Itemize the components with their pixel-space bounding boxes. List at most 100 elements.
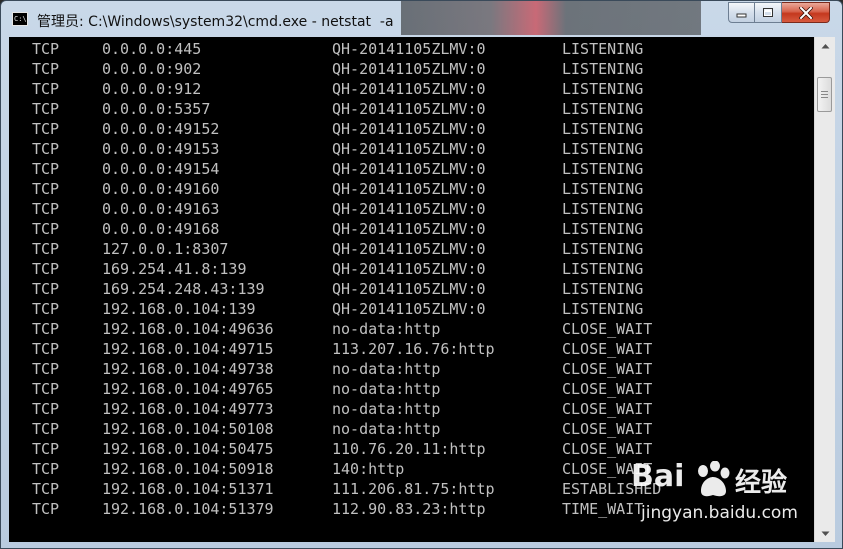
protocol-cell: TCP	[32, 440, 60, 458]
netstat-row: TCP 127.0.0.1:8307 QH-20141105ZLMV:0 LISTEN…	[9, 239, 814, 259]
watermark-brand-right: 经验	[735, 468, 788, 498]
state-cell: LISTENING	[562, 180, 644, 198]
state-cell: LISTENING	[562, 40, 644, 58]
state-cell: LISTENING	[562, 240, 644, 258]
protocol-cell: TCP	[32, 200, 60, 218]
protocol-cell: TCP	[32, 180, 60, 198]
protocol-cell: TCP	[32, 460, 60, 478]
foreign-address-cell: QH-20141105ZLMV:0	[332, 260, 486, 278]
netstat-row: TCP 192.168.0.104:139 QH-20141105ZLMV:0 LIS…	[9, 299, 814, 319]
watermark-url: jingyan.baidu.com	[641, 503, 798, 523]
local-address-cell: 192.168.0.104:49765	[102, 380, 274, 398]
state-cell: LISTENING	[562, 140, 644, 158]
foreign-address-cell: no-data:http	[332, 400, 441, 418]
protocol-cell: TCP	[32, 420, 60, 438]
netstat-row: TCP 192.168.0.104:50475 110.76.20.11:http C…	[9, 439, 814, 459]
state-cell: LISTENING	[562, 160, 644, 178]
cmd-window: C:\ 管理员: C:\Windows\system32\cmd.exe - n…	[0, 0, 843, 549]
protocol-cell: TCP	[32, 360, 60, 378]
local-address-cell: 192.168.0.104:51371	[102, 480, 274, 498]
state-cell: CLOSE_WAIT	[562, 440, 653, 458]
foreign-address-cell: QH-20141105ZLMV:0	[332, 100, 486, 118]
minimize-button[interactable]	[728, 2, 755, 23]
protocol-cell: TCP	[32, 60, 60, 78]
foreign-address-cell: no-data:http	[332, 380, 441, 398]
protocol-cell: TCP	[32, 340, 60, 358]
maximize-icon	[763, 8, 773, 17]
local-address-cell: 192.168.0.104:49715	[102, 340, 274, 358]
netstat-row: TCP 169.254.248.43:139 QH-20141105ZLMV:0 LI…	[9, 279, 814, 299]
protocol-cell: TCP	[32, 380, 60, 398]
state-cell: CLOSE_WAIT	[562, 400, 653, 418]
state-cell: CLOSE_WAIT	[562, 320, 653, 338]
foreign-address-cell: 140:http	[332, 460, 405, 478]
minimize-icon	[736, 13, 747, 17]
foreign-address-cell: QH-20141105ZLMV:0	[332, 240, 486, 258]
foreign-address-cell: 110.76.20.11:http	[332, 440, 486, 458]
protocol-cell: TCP	[32, 40, 60, 58]
foreign-address-cell: 113.207.16.76:http	[332, 340, 495, 358]
protocol-cell: TCP	[32, 280, 60, 298]
window-title: 管理员: C:\Windows\system32\cmd.exe - netst…	[37, 14, 394, 30]
state-cell: CLOSE_WAIT	[562, 340, 653, 358]
foreign-address-cell: 112.90.83.23:http	[332, 500, 486, 518]
protocol-cell: TCP	[32, 80, 60, 98]
local-address-cell: 192.168.0.104:50918	[102, 460, 274, 478]
protocol-cell: TCP	[32, 300, 60, 318]
local-address-cell: 169.254.248.43:139	[102, 280, 265, 298]
close-icon	[798, 6, 813, 19]
protocol-cell: TCP	[32, 320, 60, 338]
state-cell: LISTENING	[562, 300, 644, 318]
local-address-cell: 0.0.0.0:49163	[102, 200, 220, 218]
foreign-address-cell: QH-20141105ZLMV:0	[332, 120, 486, 138]
scroll-thumb[interactable]	[817, 77, 832, 112]
title-bar[interactable]: C:\ 管理员: C:\Windows\system32\cmd.exe - n…	[1, 1, 842, 37]
cmd-icon[interactable]: C:\	[12, 12, 28, 26]
scroll-up-arrow-icon	[821, 43, 829, 48]
local-address-cell: 0.0.0.0:5357	[102, 100, 211, 118]
state-cell: LISTENING	[562, 60, 644, 78]
foreign-address-cell: no-data:http	[332, 420, 441, 438]
netstat-row: TCP 192.168.0.104:49765 no-data:http CLOSE_…	[9, 379, 814, 399]
netstat-row: TCP 0.0.0.0:49153 QH-20141105ZLMV:0 LISTENI…	[9, 139, 814, 159]
state-cell: LISTENING	[562, 280, 644, 298]
netstat-row: TCP 192.168.0.104:49773 no-data:http CLOSE_…	[9, 399, 814, 419]
foreign-address-cell: QH-20141105ZLMV:0	[332, 300, 486, 318]
protocol-cell: TCP	[32, 260, 60, 278]
baidu-paw-icon	[698, 461, 730, 497]
protocol-cell: TCP	[32, 100, 60, 118]
netstat-row: TCP 192.168.0.104:49715 113.207.16.76:http…	[9, 339, 814, 359]
local-address-cell: 0.0.0.0:49152	[102, 120, 220, 138]
state-cell: LISTENING	[562, 100, 644, 118]
scroll-up-button[interactable]	[815, 37, 835, 54]
state-cell: LISTENING	[562, 120, 644, 138]
maximize-button[interactable]	[755, 2, 782, 23]
state-cell: CLOSE_WAIT	[562, 360, 653, 378]
netstat-row: TCP 0.0.0.0:445 QH-20141105ZLMV:0 LISTENING	[9, 39, 814, 59]
local-address-cell: 192.168.0.104:139	[102, 300, 256, 318]
protocol-cell: TCP	[32, 400, 60, 418]
protocol-cell: TCP	[32, 480, 60, 498]
foreign-address-cell: QH-20141105ZLMV:0	[332, 80, 486, 98]
netstat-row: TCP 0.0.0.0:49160 QH-20141105ZLMV:0 LISTENI…	[9, 179, 814, 199]
netstat-row: TCP 0.0.0.0:49154 QH-20141105ZLMV:0 LISTENI…	[9, 159, 814, 179]
protocol-cell: TCP	[32, 120, 60, 138]
thumb-grip-line	[821, 94, 828, 95]
netstat-row: TCP 0.0.0.0:912 QH-20141105ZLMV:0 LISTENING	[9, 79, 814, 99]
local-address-cell: 169.254.41.8:139	[102, 260, 247, 278]
netstat-row: TCP 169.254.41.8:139 QH-20141105ZLMV:0 LIST…	[9, 259, 814, 279]
foreign-address-cell: QH-20141105ZLMV:0	[332, 60, 486, 78]
netstat-row: TCP 0.0.0.0:902 QH-20141105ZLMV:0 LISTENING	[9, 59, 814, 79]
netstat-row: TCP 0.0.0.0:49152 QH-20141105ZLMV:0 LISTENI…	[9, 119, 814, 139]
close-button[interactable]	[782, 2, 830, 23]
local-address-cell: 192.168.0.104:49636	[102, 320, 274, 338]
baidu-jingyan-watermark: Bai 经验 jingyan.baidu.com	[631, 459, 831, 539]
foreign-address-cell: QH-20141105ZLMV:0	[332, 160, 486, 178]
thumb-grip-line	[821, 91, 828, 92]
local-address-cell: 0.0.0.0:902	[102, 60, 202, 78]
local-address-cell: 192.168.0.104:50108	[102, 420, 274, 438]
netstat-row: TCP 0.0.0.0:49163 QH-20141105ZLMV:0 LISTENI…	[9, 199, 814, 219]
netstat-row: TCP 192.168.0.104:50108 no-data:http CLOSE_…	[9, 419, 814, 439]
local-address-cell: 192.168.0.104:49773	[102, 400, 274, 418]
foreign-address-cell: QH-20141105ZLMV:0	[332, 220, 486, 238]
